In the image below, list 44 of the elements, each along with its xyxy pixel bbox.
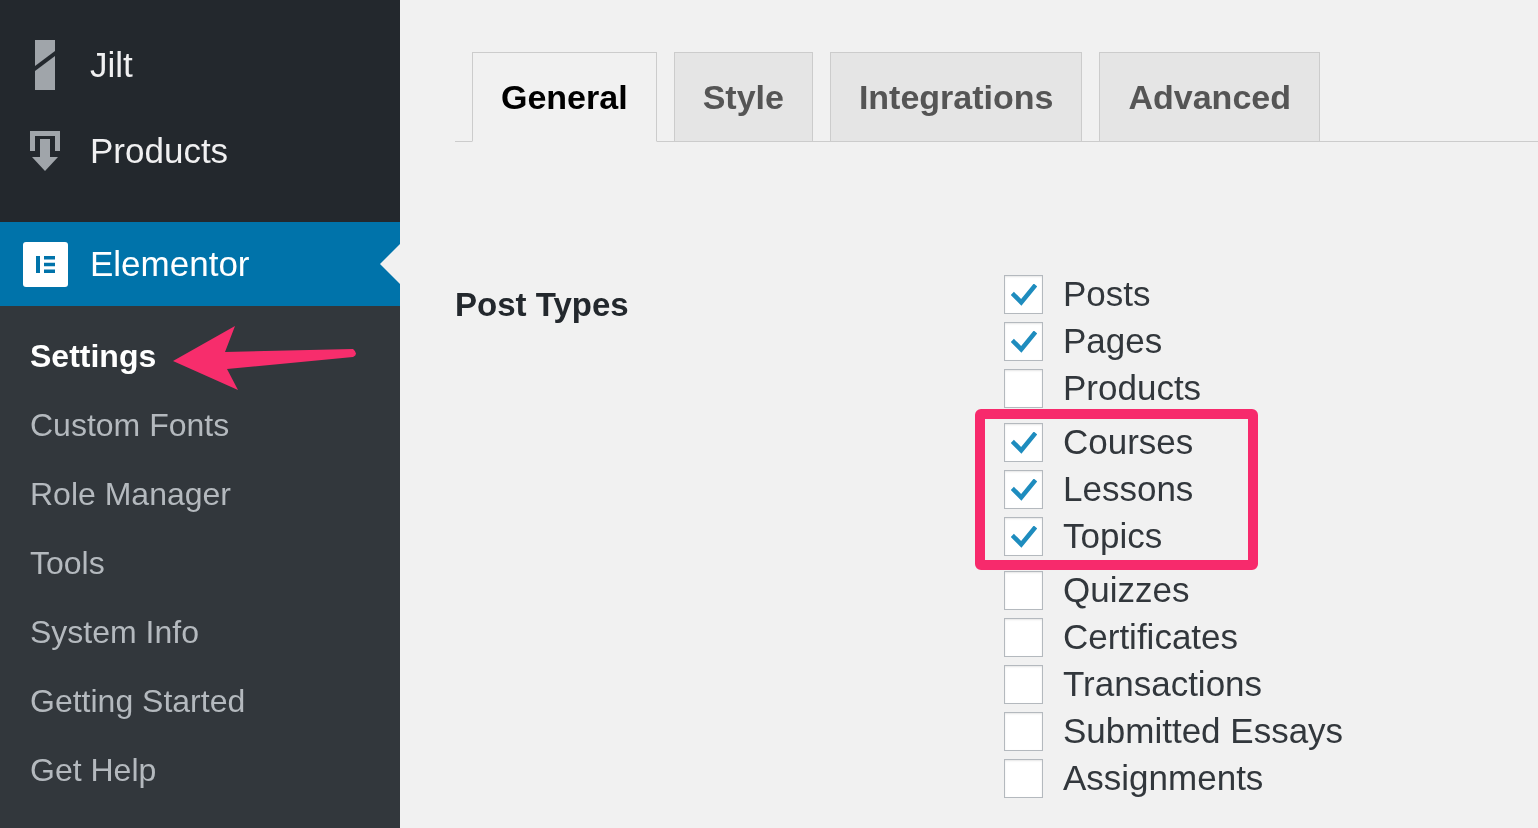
- download-arrow-icon: [30, 131, 60, 171]
- tab[interactable]: Style: [673, 52, 813, 142]
- checkbox[interactable]: [1004, 369, 1043, 408]
- checkbox-label: Courses: [1063, 423, 1194, 462]
- checkbox-label: Products: [1063, 369, 1202, 408]
- tab[interactable]: Integrations: [829, 52, 1083, 142]
- checkmark-icon: [1010, 525, 1037, 548]
- submenu-item[interactable]: System Info: [30, 614, 199, 651]
- checkmark-icon: [1010, 478, 1037, 501]
- setting-label: Post Types: [455, 285, 630, 325]
- checkbox-label: Assignments: [1063, 759, 1264, 798]
- checkbox[interactable]: [1004, 275, 1043, 314]
- checkbox-label: Pages: [1063, 322, 1163, 361]
- checkbox[interactable]: [1004, 665, 1043, 704]
- checkbox[interactable]: [1004, 470, 1043, 509]
- checkbox-label: Submitted Essays: [1063, 712, 1344, 751]
- checkbox-label: Posts: [1063, 275, 1151, 314]
- checkbox-label: Topics: [1063, 517, 1163, 556]
- checkbox[interactable]: [1004, 517, 1043, 556]
- submenu-item[interactable]: Role Manager: [30, 476, 231, 513]
- split-bar-icon: [35, 40, 55, 90]
- checkbox-label: Certificates: [1063, 618, 1239, 657]
- checkbox[interactable]: [1004, 712, 1043, 751]
- submenu-item[interactable]: Custom Fonts: [30, 407, 230, 444]
- checkmark-icon: [1010, 330, 1037, 353]
- checkbox[interactable]: [1004, 322, 1043, 361]
- checkbox-label: Quizzes: [1063, 571, 1190, 610]
- checkbox-label: Transactions: [1063, 665, 1263, 704]
- submenu-item[interactable]: Getting Started: [30, 683, 246, 720]
- tab[interactable]: General: [472, 52, 657, 142]
- submenu-item[interactable]: Get Help: [30, 752, 157, 789]
- checkbox[interactable]: [1004, 759, 1043, 798]
- elementor-logo-icon: [22, 241, 68, 287]
- submenu-item[interactable]: Settings: [30, 338, 157, 375]
- current-pointer-icon: [380, 244, 400, 284]
- submenu-item[interactable]: Tools: [30, 545, 105, 582]
- checkbox[interactable]: [1004, 423, 1043, 462]
- checkbox[interactable]: [1004, 618, 1043, 657]
- checkbox[interactable]: [1004, 571, 1043, 610]
- menu-item[interactable]: Elementor: [0, 222, 400, 306]
- checkmark-icon: [1010, 431, 1037, 454]
- checkbox-label: Lessons: [1063, 470, 1194, 509]
- checkmark-icon: [1010, 283, 1037, 306]
- tab[interactable]: Advanced: [1099, 52, 1320, 142]
